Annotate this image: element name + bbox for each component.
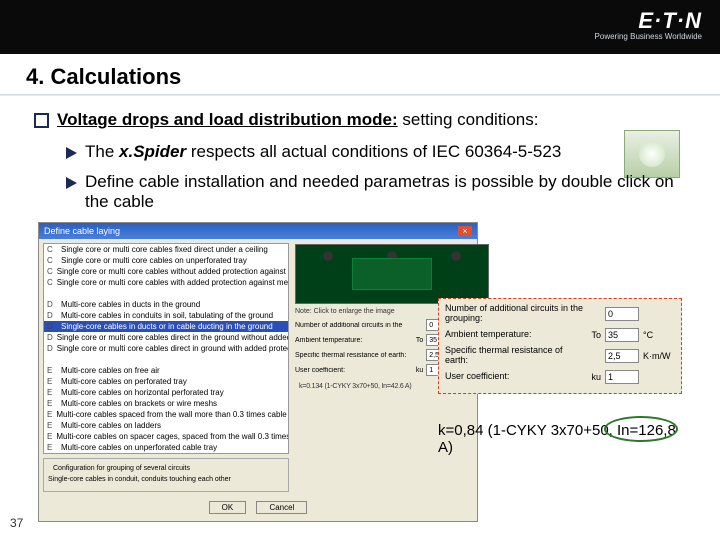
arrow-bullet-icon	[66, 147, 77, 159]
ov-circuits-input[interactable]	[605, 307, 639, 321]
laying-listbox[interactable]: CSingle core or multi core cables fixed …	[43, 243, 289, 454]
list-item[interactable]: EMulti-core cables on perforated tray	[44, 376, 288, 387]
ov-coeff-input[interactable]	[605, 370, 639, 384]
list-item[interactable]: DSingle core or multi core cables direct…	[44, 332, 288, 343]
list-item[interactable]: EMulti-core cables on unperforated cable…	[44, 442, 288, 453]
ov-resist-label: Specific thermal resistance of earth:	[445, 346, 575, 366]
list-item[interactable]: CSingle core or multi core cables fixed …	[44, 244, 288, 255]
list-item[interactable]: DSingle core or multi core cables direct…	[44, 343, 288, 354]
brand-block: E·T·N Powering Business Worldwide	[595, 8, 702, 41]
circuits-label: Number of additional circuits in the	[295, 322, 423, 329]
dialog-titlebar[interactable]: Define cable laying ×	[39, 223, 477, 239]
resist-label: Specific thermal resistance of earth:	[295, 352, 406, 359]
list-item[interactable]: CSingle core or multi core cables on unp…	[44, 255, 288, 266]
ov-resist-input[interactable]	[605, 349, 639, 363]
coeff-label: User coefficient:	[295, 367, 406, 374]
list-item[interactable]: EMulti-core cables spaced from the wall …	[44, 409, 288, 420]
dialog-title-text: Define cable laying	[44, 226, 120, 236]
slide-heading: 4. Calculations	[0, 54, 720, 94]
bullet-main: Voltage drops and load distribution mode…	[34, 110, 686, 130]
list-item[interactable]: DSingle-core cables in ducts or in cable…	[44, 321, 288, 332]
brand-logo: E·T·N	[595, 8, 702, 34]
ov-temp-input[interactable]	[605, 328, 639, 342]
highlighted-params-overlay: Number of additional circuits in the gro…	[438, 298, 682, 394]
heading-divider	[0, 94, 720, 96]
list-item[interactable]: EMulti-core cables on horizontal perfora…	[44, 387, 288, 398]
group-item[interactable]: Single-core cables in conduit, conduits …	[48, 474, 284, 485]
list-item[interactable]: CSingle core or multi core cables withou…	[44, 266, 288, 277]
grouping-groupbox: Configuration for grouping of several ci…	[43, 458, 289, 492]
ov-coeff-label: User coefficient:	[445, 372, 575, 382]
close-icon[interactable]: ×	[458, 226, 472, 236]
ok-button[interactable]: OK	[209, 501, 247, 514]
list-item[interactable]	[44, 288, 288, 299]
list-item[interactable]: EMulti-core cables on ladders	[44, 420, 288, 431]
ov-circuits-label: Number of additional circuits in the gro…	[445, 304, 601, 324]
groupbox-title: Configuration for grouping of several ci…	[50, 465, 193, 472]
sub-bullet-2: Define cable installation and needed par…	[34, 172, 686, 212]
green-circle-icon	[604, 416, 678, 442]
sub-bullet-1-text: The x.Spider respects all actual conditi…	[85, 142, 561, 162]
ov-temp-label: Ambient temperature:	[445, 330, 575, 340]
list-item[interactable]: EMulti-core cables on spacer cages, spac…	[44, 431, 288, 442]
list-item[interactable]	[44, 354, 288, 365]
cancel-button[interactable]: Cancel	[256, 501, 307, 514]
bullet-main-text: Voltage drops and load distribution mode…	[57, 110, 538, 130]
k-formula-callout: k=0,84 (1-CYKY 3x70+50, In=126,8 A)	[438, 418, 682, 460]
temp-label: Ambient temperature:	[295, 337, 406, 344]
brand-tagline: Powering Business Worldwide	[595, 32, 702, 41]
arrow-bullet-icon	[66, 177, 77, 189]
header-band: E·T·N Powering Business Worldwide	[0, 0, 720, 54]
list-item[interactable]: EMulti-core cables on brackets or wire m…	[44, 398, 288, 409]
list-item[interactable]: EMulti-core cables on free air	[44, 365, 288, 376]
list-item[interactable]: DMulti-core cables in conduits in soil, …	[44, 310, 288, 321]
define-cable-dialog: Define cable laying × CSingle core or mu…	[38, 222, 478, 522]
preview-image[interactable]	[295, 244, 489, 304]
list-item[interactable]: DMulti-core cables in ducts in the groun…	[44, 299, 288, 310]
page-number: 37	[10, 516, 23, 530]
sub-bullet-2-text: Define cable installation and needed par…	[85, 172, 686, 212]
square-bullet-icon	[34, 113, 49, 128]
sub-bullet-1: The x.Spider respects all actual conditi…	[34, 142, 686, 162]
list-item[interactable]: CSingle core or multi core cables with a…	[44, 277, 288, 288]
